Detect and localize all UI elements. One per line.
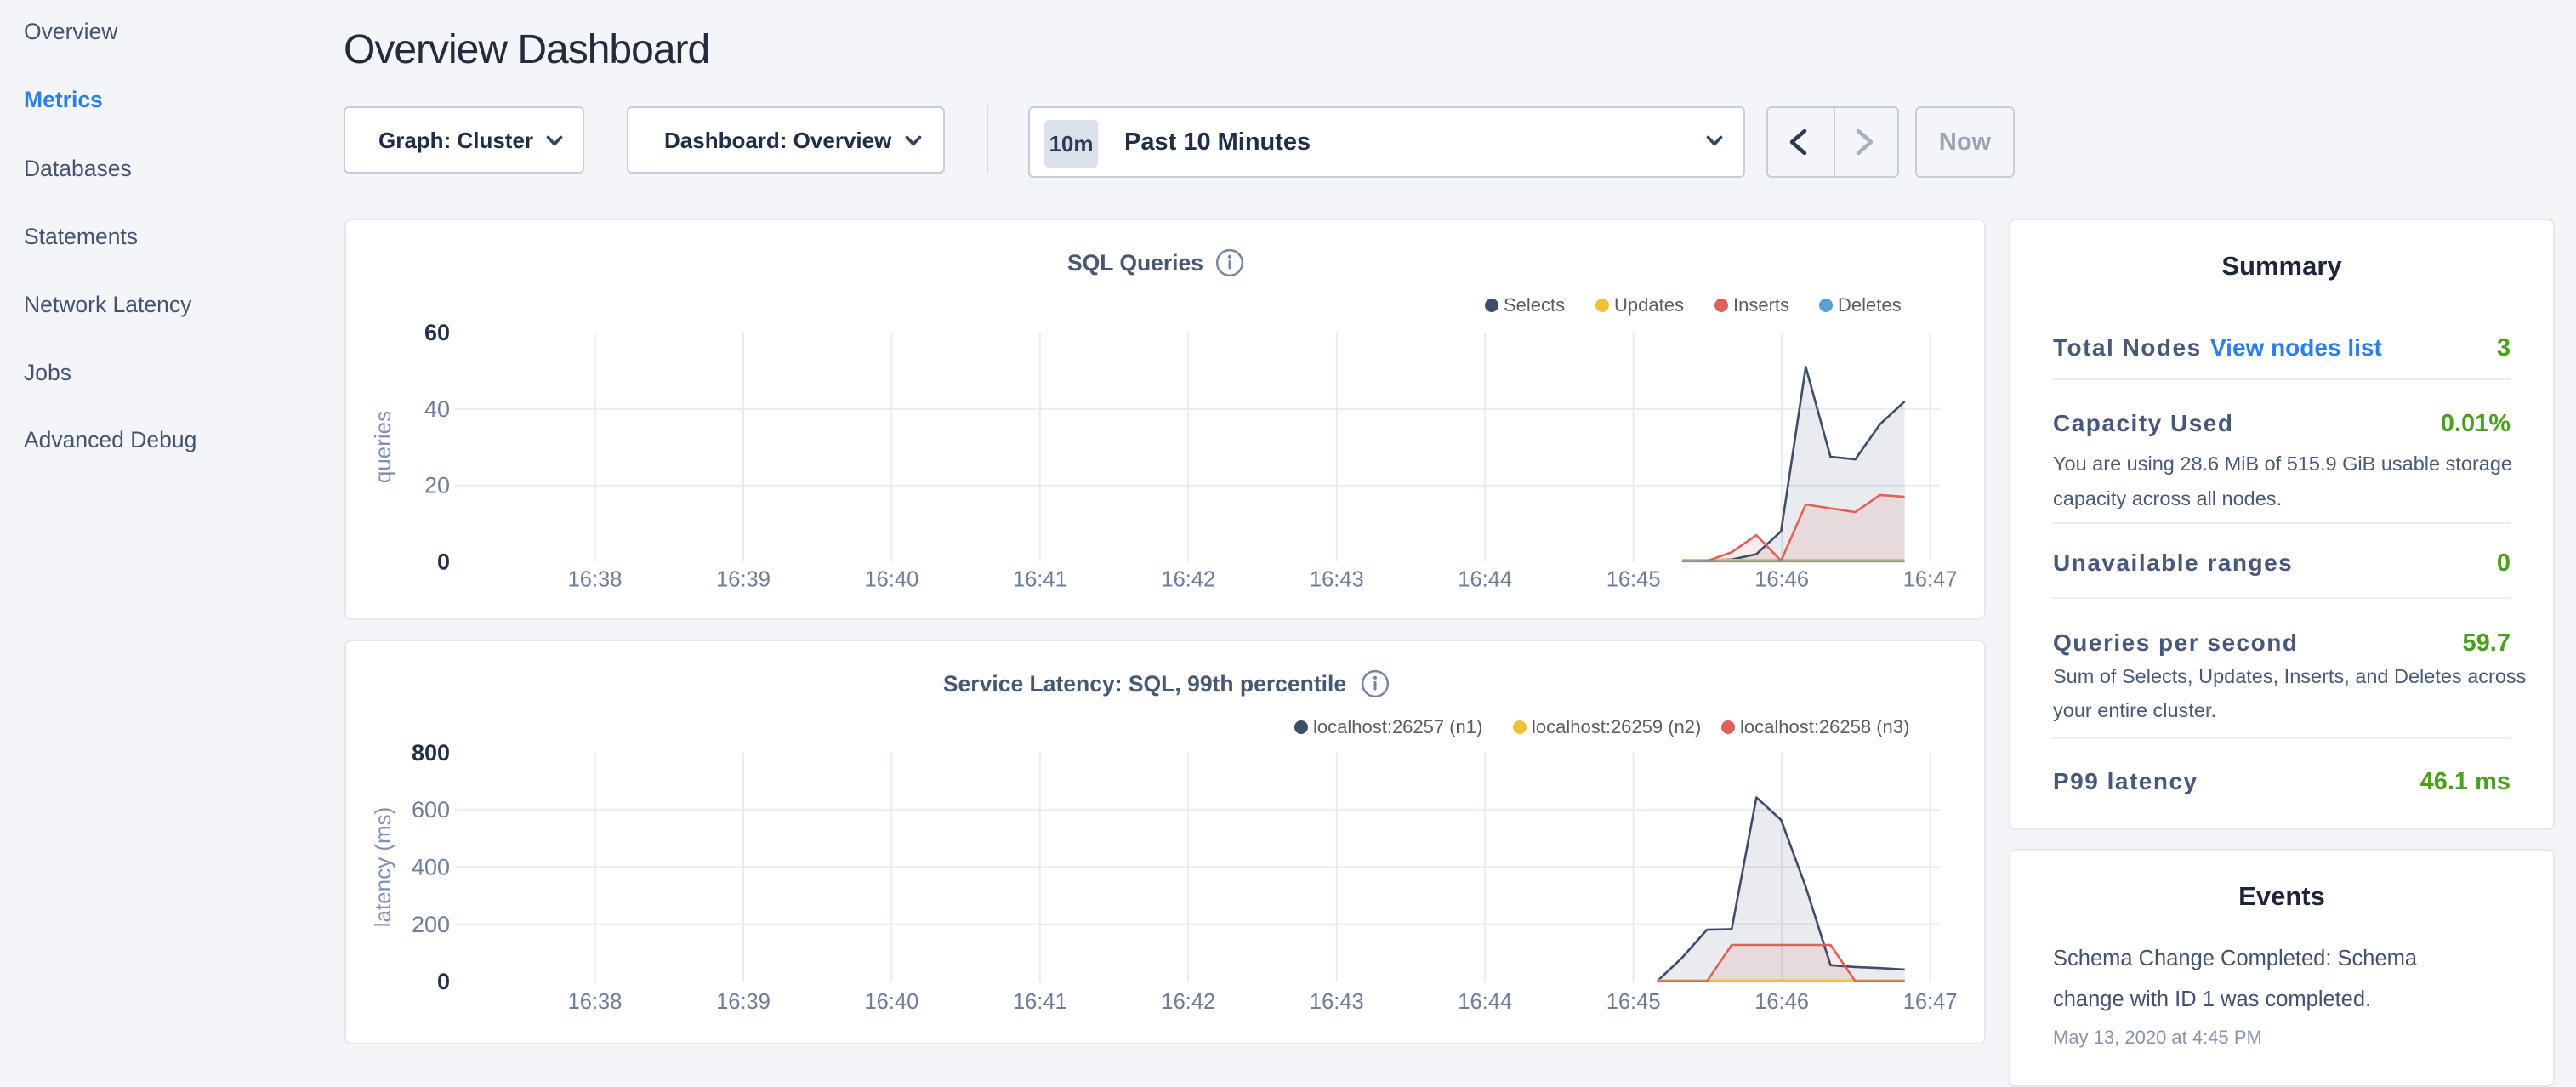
svg-text:16:42: 16:42 <box>1161 568 1215 592</box>
svg-text:16:46: 16:46 <box>1754 568 1809 592</box>
svg-text:16:42: 16:42 <box>1161 990 1215 1014</box>
svg-text:16:43: 16:43 <box>1310 990 1364 1014</box>
svg-text:20: 20 <box>424 473 450 498</box>
svg-text:queries: queries <box>370 411 395 483</box>
svg-text:200: 200 <box>412 912 450 937</box>
svg-text:16:43: 16:43 <box>1310 568 1364 592</box>
svg-text:0: 0 <box>437 969 450 994</box>
svg-text:16:40: 16:40 <box>864 568 918 592</box>
svg-text:16:45: 16:45 <box>1606 568 1661 592</box>
svg-text:16:47: 16:47 <box>1903 990 1958 1014</box>
svg-text:0: 0 <box>437 549 450 575</box>
svg-text:16:47: 16:47 <box>1903 568 1958 592</box>
svg-text:800: 800 <box>412 740 450 765</box>
svg-text:600: 600 <box>412 797 450 822</box>
svg-text:16:41: 16:41 <box>1013 990 1067 1014</box>
svg-text:60: 60 <box>424 320 450 345</box>
svg-text:16:38: 16:38 <box>568 990 623 1014</box>
svg-text:40: 40 <box>424 396 450 422</box>
svg-text:16:39: 16:39 <box>716 990 771 1014</box>
svg-text:16:44: 16:44 <box>1458 990 1512 1014</box>
svg-text:16:45: 16:45 <box>1606 990 1661 1014</box>
svg-text:16:40: 16:40 <box>864 990 918 1014</box>
svg-text:latency (ms): latency (ms) <box>370 807 395 928</box>
svg-text:16:39: 16:39 <box>716 568 771 592</box>
svg-text:16:41: 16:41 <box>1013 568 1067 592</box>
svg-text:16:44: 16:44 <box>1458 568 1512 592</box>
svg-text:16:46: 16:46 <box>1754 990 1809 1014</box>
svg-text:400: 400 <box>412 855 450 880</box>
svg-text:16:38: 16:38 <box>568 568 623 592</box>
